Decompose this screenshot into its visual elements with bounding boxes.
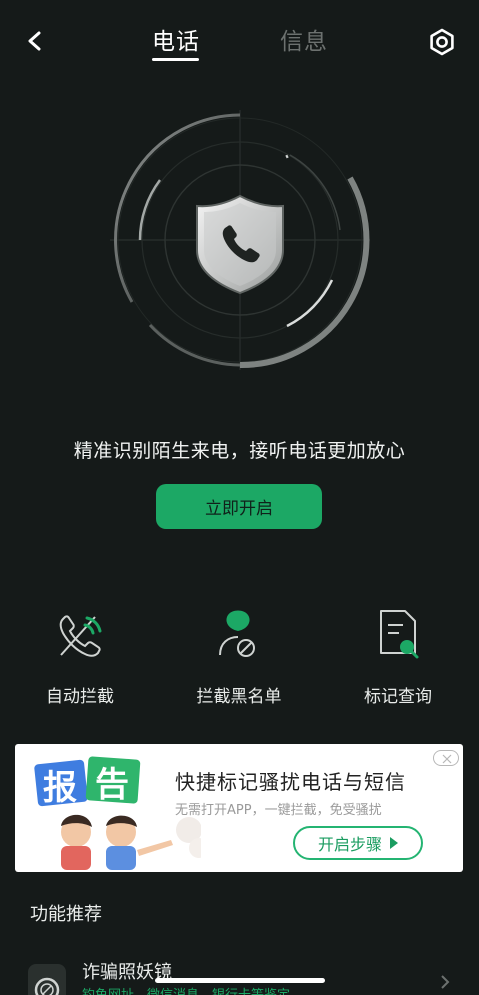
feature-auto-block[interactable]: 自动拦截 <box>0 600 160 710</box>
ad-subtitle: 无需打开APP，一键拦截，免受骚扰 <box>175 803 382 818</box>
feature-blacklist[interactable]: 拦截黑名单 <box>159 600 319 710</box>
ad-art-char-1: 报 <box>43 768 77 808</box>
phone-block-icon <box>59 615 102 657</box>
gear-icon <box>430 28 454 56</box>
close-icon <box>442 754 452 764</box>
tab-phone[interactable]: 电话 <box>152 22 200 56</box>
feature-label: 自动拦截 <box>46 687 114 707</box>
list-item-fraud-mirror[interactable]: 诈骗照妖镜 钓鱼网址、微信消息、银行卡等鉴定 <box>0 948 479 995</box>
section-title: 功能推荐 <box>30 904 102 925</box>
ad-title: 快捷标记骚扰电话与短信 <box>175 770 406 794</box>
play-arrow-icon <box>390 837 398 849</box>
feature-mark-query[interactable]: 标记查询 <box>318 600 478 710</box>
ad-open-steps-button[interactable]: 开启步骤 <box>293 826 423 860</box>
settings-button[interactable] <box>424 24 460 60</box>
feature-label: 标记查询 <box>364 687 432 707</box>
chevron-right-icon <box>441 975 450 989</box>
ad-button-label: 开启步骤 <box>317 835 382 854</box>
ad-close-button[interactable] <box>433 750 459 766</box>
report-illustration: 报 告 <box>34 756 201 870</box>
enable-now-button[interactable]: 立即开启 <box>156 484 322 529</box>
hero-tagline: 精准识别陌生来电，接听电话更加放心 <box>73 440 406 462</box>
tab-messages[interactable]: 信息 <box>280 22 328 56</box>
chevron-left-icon <box>28 31 41 51</box>
fraud-mirror-icon <box>28 964 66 995</box>
top-bar: 电话 信息 <box>0 0 479 80</box>
mark-query-icon <box>380 610 419 659</box>
list-item-subtitle: 钓鱼网址、微信消息、银行卡等鉴定 <box>82 984 290 995</box>
ad-art-char-2: 告 <box>95 765 129 805</box>
back-button[interactable] <box>18 24 52 58</box>
home-indicator[interactable] <box>155 978 325 983</box>
shield-graphic <box>100 100 380 380</box>
active-tab-indicator <box>152 58 199 61</box>
blacklist-icon <box>219 610 255 657</box>
feature-label: 拦截黑名单 <box>196 687 282 707</box>
ad-banner[interactable]: 报 告 快捷标记骚扰电话与短信 无需打开APP，一键拦截，免受骚扰 开启步骤 <box>15 744 463 872</box>
